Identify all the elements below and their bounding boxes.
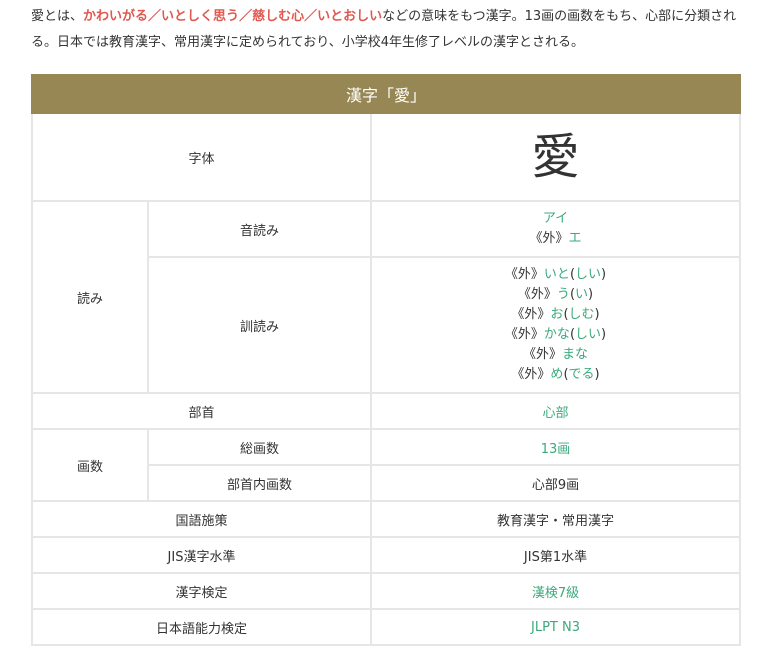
sokakusu-link[interactable]: 13画 [541, 442, 571, 457]
sokakusu-value: 13画 [369, 428, 742, 466]
kun-reading: 《外》め(でる) [372, 365, 739, 385]
sokakusu-label: 総画数 [147, 428, 372, 466]
kentei-link[interactable]: 漢検7級 [532, 586, 579, 601]
paren-close: ) [601, 327, 607, 342]
kanji-info-table: 漢字「愛」 字体 愛 読み 音読み アイ 《外》エ 訓読み 《外》いと(しい) … [30, 74, 742, 646]
jlpt-value: JLPT N3 [369, 608, 742, 646]
jis-value: JIS第1水準 [369, 536, 742, 574]
intro-text-start: 愛とは、 [31, 9, 84, 24]
kun-reading-link[interactable]: まな [562, 347, 588, 362]
bushu-label: 部首 [31, 392, 372, 430]
kun-reading: 《外》まな [372, 345, 739, 365]
kun-reading-link[interactable]: かな(しい) [544, 327, 606, 342]
reading-prefix: 《外》 [517, 287, 557, 302]
meaning-itooshii: いとおしい [317, 9, 383, 24]
jitai-value: 愛 [369, 112, 742, 202]
kun-okurigana: でる [568, 367, 595, 382]
reading-prefix: 《外》 [511, 307, 551, 322]
bushu-value: 心部 [369, 392, 742, 430]
kun-base: う [556, 287, 570, 302]
bushu-link[interactable]: 心部 [543, 406, 569, 421]
meaning-separator: ／ [239, 9, 253, 24]
kun-base: め [550, 367, 564, 382]
meaning-kawaigaru: かわいがる [83, 9, 149, 24]
yomi-label: 読み [31, 200, 149, 394]
kentei-label: 漢字検定 [31, 572, 372, 610]
reading-prefix: 《外》 [504, 327, 544, 342]
kun-reading: 《外》いと(しい) [372, 265, 739, 285]
kun-okurigana: い [575, 287, 589, 302]
bushunai-label: 部首内画数 [147, 464, 372, 502]
on-reading-link[interactable]: エ [569, 231, 582, 246]
kun-reading-link[interactable]: いと(しい) [544, 267, 606, 282]
reading-prefix: 《外》 [523, 347, 563, 362]
kokugo-label: 国語施策 [31, 500, 372, 538]
kentei-value: 漢検7級 [369, 572, 742, 610]
on-yomi-value: アイ 《外》エ [369, 200, 742, 258]
kun-reading: 《外》う(い) [372, 285, 739, 305]
on-reading: 《外》エ [372, 229, 739, 249]
jlpt-label: 日本語能力検定 [31, 608, 372, 646]
kun-base: かな [543, 327, 570, 342]
paren-close: ) [601, 267, 607, 282]
intro-paragraph: 愛とは、かわいがる／いとしく思う／慈しむ心／いとおしいなどの意味をもつ漢字。13… [31, 4, 743, 56]
bushunai-value: 心部9画 [369, 464, 742, 502]
kun-okurigana: しい [575, 267, 602, 282]
paren-close: ) [594, 367, 600, 382]
kun-reading: 《外》お(しむ) [372, 305, 739, 325]
jis-label: JIS漢字水準 [31, 536, 372, 574]
kun-reading-link[interactable]: お(しむ) [550, 307, 599, 322]
kun-yomi-value: 《外》いと(しい) 《外》う(い) 《外》お(しむ) 《外》かな(しい) 《外》… [369, 256, 742, 394]
paren-close: ) [594, 307, 600, 322]
paren-close: ) [588, 287, 594, 302]
kun-base: まな [562, 347, 589, 362]
meaning-itsukushimukokoro: 慈しむ心 [252, 9, 305, 24]
kun-reading-link[interactable]: め(でる) [550, 367, 599, 382]
meaning-itoshikuomou: いとしく思う [161, 9, 240, 24]
kun-yomi-label: 訓読み [147, 256, 372, 394]
jitai-label: 字体 [31, 112, 372, 202]
kokugo-value: 教育漢字・常用漢字 [369, 500, 742, 538]
reading-prefix: 《外》 [504, 267, 544, 282]
on-reading-link[interactable]: アイ [543, 211, 568, 226]
meaning-separator: ／ [148, 9, 162, 24]
on-reading: アイ [372, 209, 739, 229]
kakusu-label: 画数 [31, 428, 149, 502]
kun-okurigana: しい [575, 327, 602, 342]
kun-okurigana: しむ [568, 307, 595, 322]
table-caption: 漢字「愛」 [30, 74, 742, 114]
kun-reading: 《外》かな(しい) [372, 325, 739, 345]
reading-prefix: 《外》 [529, 231, 569, 246]
kanji-glyph: 愛 [531, 129, 580, 185]
on-yomi-label: 音読み [147, 200, 372, 258]
kun-base: お [550, 307, 564, 322]
reading-prefix: 《外》 [511, 367, 551, 382]
meaning-separator: ／ [304, 9, 318, 24]
jlpt-link[interactable]: JLPT N3 [531, 620, 580, 635]
kun-base: いと [543, 267, 570, 282]
kun-reading-link[interactable]: う(い) [557, 287, 593, 302]
